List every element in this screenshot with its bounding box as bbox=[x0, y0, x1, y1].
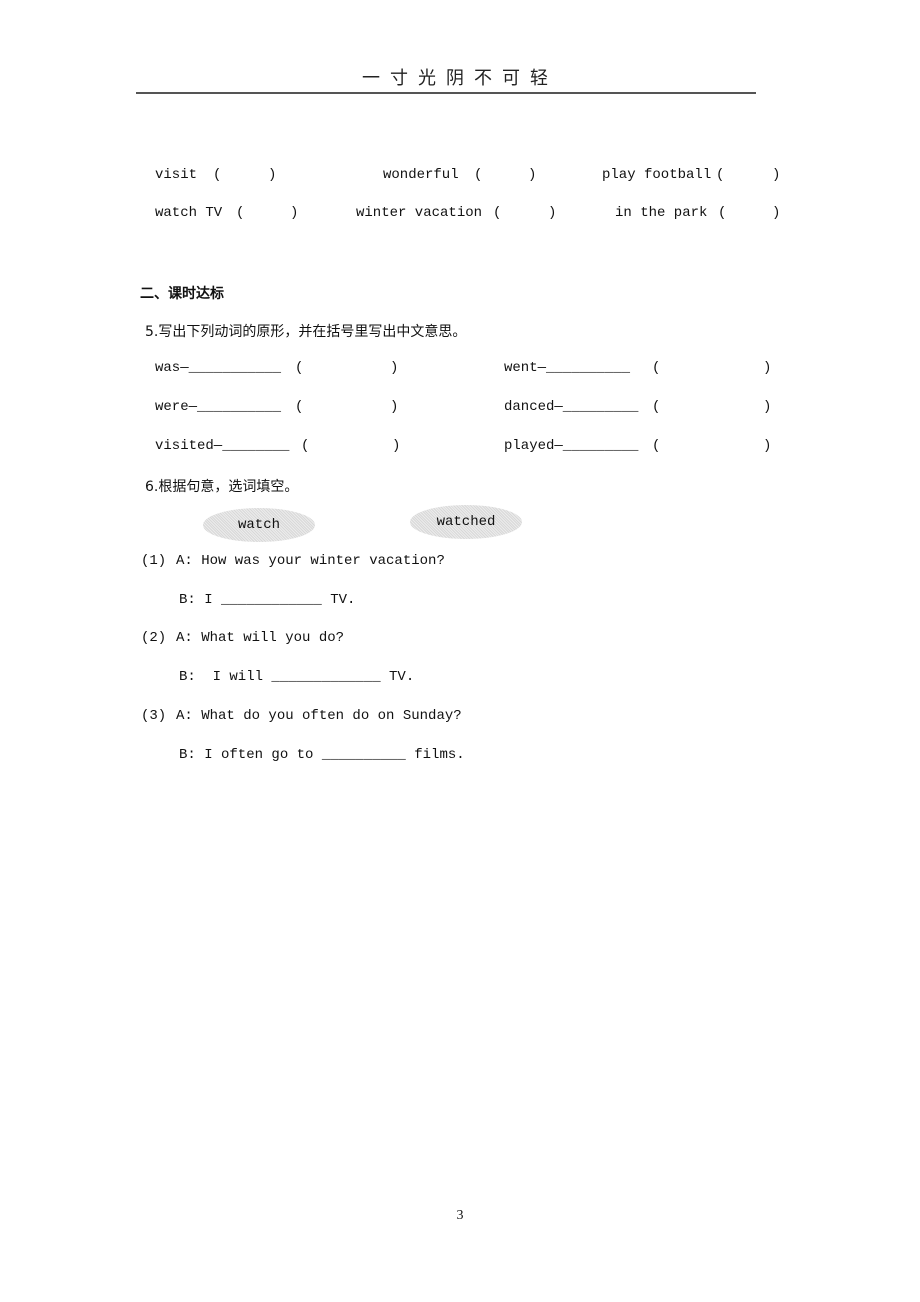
bracket-open: ( bbox=[718, 205, 727, 221]
dialogue-number: (1) bbox=[141, 553, 167, 569]
verb-item: was—___________ bbox=[155, 360, 282, 376]
bracket-open: ( bbox=[652, 360, 661, 376]
bracket-close: ) bbox=[528, 167, 537, 183]
verb-item: played—_________ bbox=[504, 438, 639, 454]
bracket-close: ) bbox=[763, 438, 772, 454]
bracket-open: ( bbox=[652, 438, 661, 454]
dialogue-line-b: B: I ____________ TV. bbox=[179, 592, 356, 608]
dialogue-line-a: A: How was your winter vacation? bbox=[176, 553, 445, 569]
vocab-word: wonderful bbox=[383, 167, 459, 183]
page-number: 3 bbox=[456, 1208, 464, 1223]
vocab-word: watch TV bbox=[155, 205, 223, 221]
bracket-open: ( bbox=[493, 205, 502, 221]
dialogue-line-b: B: I often go to __________ films. bbox=[179, 747, 465, 763]
dialogue-number: (3) bbox=[141, 708, 167, 724]
bracket-open: ( bbox=[301, 438, 310, 454]
word-bank-label: watched bbox=[436, 514, 496, 530]
word-bank-label: watch bbox=[237, 517, 280, 533]
verb-item: were—__________ bbox=[155, 399, 282, 415]
question-6-instruction: 6.根据句意，选词填空。 bbox=[145, 479, 299, 495]
question-5-instruction: 5.写出下列动词的原形，并在括号里写出中文意思。 bbox=[145, 324, 467, 340]
bracket-close: ) bbox=[290, 205, 299, 221]
vocab-word: play football bbox=[602, 167, 712, 183]
bracket-open: ( bbox=[716, 167, 725, 183]
vocab-word: winter vacation bbox=[356, 205, 483, 221]
verb-item: visited—________ bbox=[155, 438, 290, 454]
dialogue-line-a: A: What will you do? bbox=[176, 630, 345, 646]
vocab-word: in the park bbox=[615, 205, 708, 221]
bracket-open: ( bbox=[474, 167, 483, 183]
bracket-close: ) bbox=[772, 167, 781, 183]
bracket-open: ( bbox=[295, 360, 304, 376]
vocab-word: visit bbox=[155, 167, 198, 183]
bracket-close: ) bbox=[772, 205, 781, 221]
bracket-close: ) bbox=[548, 205, 557, 221]
word-bank-option: watch bbox=[203, 508, 315, 542]
verb-item: danced—_________ bbox=[504, 399, 639, 415]
bracket-close: ) bbox=[763, 399, 772, 415]
dialogue-line-a: A: What do you often do on Sunday? bbox=[176, 708, 462, 724]
bracket-open: ( bbox=[213, 167, 222, 183]
dialogue-line-b: B: I will _____________ TV. bbox=[179, 669, 415, 685]
bracket-close: ) bbox=[390, 399, 399, 415]
bracket-close: ) bbox=[390, 360, 399, 376]
section-heading: 二、课时达标 bbox=[140, 286, 224, 302]
bracket-close: ) bbox=[268, 167, 277, 183]
verb-item: went—__________ bbox=[504, 360, 631, 376]
bracket-close: ) bbox=[763, 360, 772, 376]
header-divider bbox=[136, 92, 756, 94]
word-bank-option: watched bbox=[410, 505, 522, 539]
bracket-open: ( bbox=[652, 399, 661, 415]
bracket-open: ( bbox=[236, 205, 245, 221]
header-title: 一寸光阴不可轻 bbox=[362, 68, 558, 89]
bracket-close: ) bbox=[392, 438, 401, 454]
dialogue-number: (2) bbox=[141, 630, 167, 646]
bracket-open: ( bbox=[295, 399, 304, 415]
